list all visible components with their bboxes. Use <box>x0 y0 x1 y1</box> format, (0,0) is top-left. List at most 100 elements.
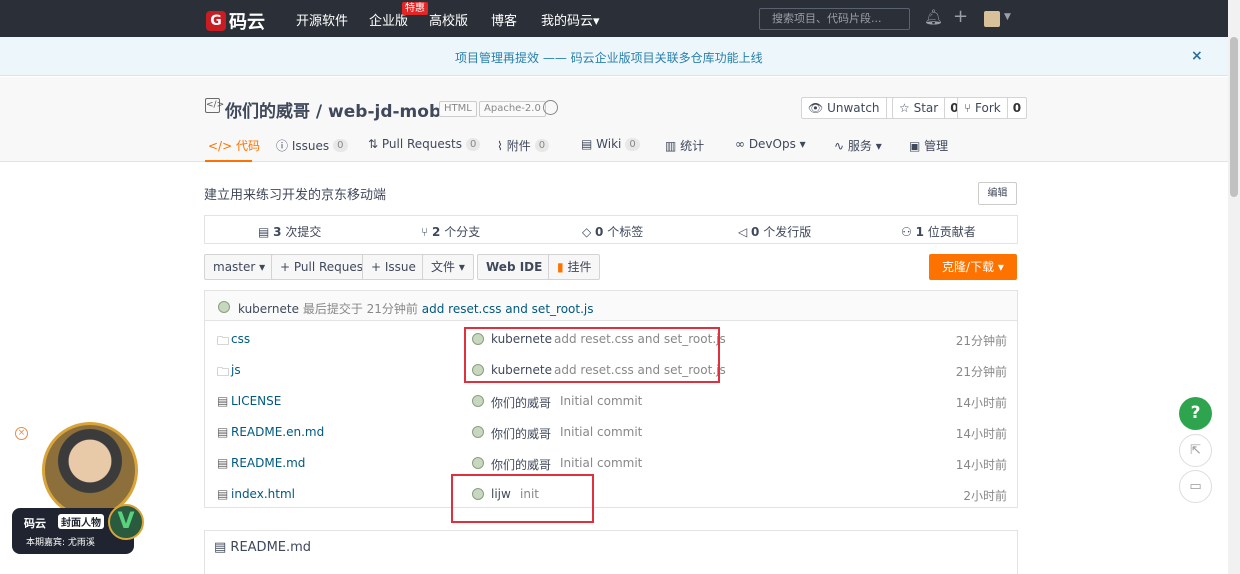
nav-education[interactable]: 高校版 <box>429 10 468 29</box>
promo-close-icon[interactable]: × <box>15 427 28 440</box>
close-icon[interactable]: × <box>1191 48 1203 64</box>
file-author[interactable]: 你们的威哥 <box>491 425 551 442</box>
license-tag[interactable]: Apache-2.0 <box>479 101 546 117</box>
star-label: Star <box>913 101 939 115</box>
repo-stats-bar: ▤ 3 次提交 ⑂ 2 个分支 ◇ 0 个标签 ◁ 0 个发行版 ⚇ 1 位贡献… <box>204 215 1018 244</box>
repo-description: 建立用来练习开发的京东移动端 <box>204 188 387 203</box>
tab-wiki[interactable]: ▤ Wiki 0 <box>581 137 640 151</box>
active-tab-indicator <box>205 160 252 162</box>
edit-button[interactable]: 编辑 <box>978 182 1017 205</box>
tag-icon: ◇ <box>582 225 596 239</box>
watch-button[interactable]: 👁︎ Unwatch 1 <box>801 97 906 119</box>
new-issue-button[interactable]: + Issue <box>362 254 425 280</box>
file-time: 14小时前 <box>955 427 1007 441</box>
new-pull-request-button[interactable]: + Pull Request <box>271 254 376 280</box>
file-author[interactable]: 你们的威哥 <box>491 456 551 473</box>
file-menu-button[interactable]: 文件 ▾ <box>422 254 474 280</box>
file-icon: ▤ <box>217 456 229 470</box>
stat-contributors[interactable]: ⚇ 1 位贡献者 <box>901 223 976 240</box>
eye-icon: 👁︎ <box>808 101 824 115</box>
highlight-box <box>451 474 594 523</box>
tab-devops[interactable]: ∞ DevOps ▾ <box>735 137 806 151</box>
file-time: 2小时前 <box>963 489 1007 503</box>
user-avatar[interactable] <box>984 11 1000 27</box>
stat-releases[interactable]: ◁ 0 个发行版 <box>738 223 811 240</box>
fork-button[interactable]: ⑂ Fork 0 <box>957 97 1028 119</box>
logo-mark-icon: G <box>206 11 226 31</box>
file-row-license[interactable]: ▤ LICENSE 你们的威哥 Initial commit 14小时前 <box>205 385 1017 416</box>
chevron-down-icon[interactable]: ▼ <box>1004 12 1011 22</box>
gitee-logo[interactable]: G 码云 <box>206 8 265 34</box>
recommend-badge-icon[interactable] <box>543 100 558 115</box>
file-row-readme-en[interactable]: ▤ README.en.md 你们的威哥 Initial commit 14小时… <box>205 416 1017 447</box>
tab-issues[interactable]: ⓘ Issues 0 <box>276 137 348 154</box>
commit-meta: 最后提交于 <box>302 302 363 316</box>
tab-stats[interactable]: ▥ 统计 <box>665 137 704 154</box>
share-icon[interactable]: ⇱ <box>1179 434 1212 467</box>
infinity-icon: ∞ <box>735 137 749 151</box>
scrollbar-thumb[interactable] <box>1230 37 1238 197</box>
commit-author-avatar[interactable] <box>218 301 230 313</box>
file-commit-message[interactable]: Initial commit <box>560 394 642 408</box>
nav-my-gitee[interactable]: 我的码云▾ <box>541 10 600 29</box>
last-commit-bar: kubernete 最后提交于 21分钟前 add reset.css and … <box>205 291 1017 321</box>
page-scrollbar[interactable] <box>1228 0 1240 574</box>
nav-opensource[interactable]: 开源软件 <box>296 10 348 29</box>
file-commit-message[interactable]: Initial commit <box>560 456 642 470</box>
readme-panel: ▤ README.md <box>204 530 1018 574</box>
vue-logo-icon: V <box>108 504 144 540</box>
branch-icon: ⑂ <box>421 225 433 239</box>
announcement-link[interactable]: 项目管理再提效 —— 码云企业版项目关联多仓库功能上线 <box>455 49 763 66</box>
star-button[interactable]: ☆ Star 0 <box>892 97 965 119</box>
commit-message-link[interactable]: add reset.css and set_root.js <box>422 302 594 316</box>
nav-blog[interactable]: 博客 <box>491 10 517 29</box>
tab-attachments[interactable]: ⌇ 附件 0 <box>497 137 550 154</box>
chart-icon: ▥ <box>665 138 681 153</box>
help-button[interactable]: ? <box>1179 397 1212 430</box>
file-name[interactable]: README.en.md <box>231 425 324 439</box>
fork-count[interactable]: 0 <box>1006 98 1026 118</box>
file-commit-message[interactable]: Initial commit <box>560 425 642 439</box>
stat-tags[interactable]: ◇ 0 个标签 <box>582 223 643 240</box>
language-tag[interactable]: HTML <box>439 101 477 117</box>
file-row-readme[interactable]: ▤ README.md 你们的威哥 Initial commit 14小时前 <box>205 447 1017 478</box>
branch-select[interactable]: master ▾ <box>204 254 275 280</box>
promo-widget[interactable]: × 码云 封面人物 本期嘉宾: 尤雨溪 V <box>10 420 150 560</box>
widget-button[interactable]: ▮ 挂件 <box>548 254 601 280</box>
clone-download-button[interactable]: 克隆/下载 ▾ <box>929 254 1017 280</box>
highlight-box <box>464 327 720 383</box>
repo-title[interactable]: 你们的威哥 / web-jd-mobile <box>225 97 464 122</box>
commit-author[interactable]: kubernete <box>238 302 299 316</box>
file-time: 21分钟前 <box>955 365 1007 379</box>
stat-branches[interactable]: ⑂ 2 个分支 <box>421 223 480 240</box>
web-ide-button[interactable]: Web IDE <box>477 254 552 280</box>
author-avatar[interactable] <box>472 426 484 438</box>
file-name[interactable]: js <box>231 363 241 377</box>
search-input[interactable]: 搜索项目、代码片段... <box>759 8 910 30</box>
file-row-index[interactable]: ▤ index.html lijw init 2小时前 <box>205 478 1017 509</box>
tab-pull-requests[interactable]: ⇅ Pull Requests 0 <box>368 137 481 151</box>
file-name[interactable]: README.md <box>231 456 305 470</box>
folder-icon: 🗀︎ <box>217 334 230 348</box>
file-time: 14小时前 <box>955 458 1007 472</box>
top-navbar: G 码云 开源软件 企业版 特惠 高校版 博客 我的码云▾ 搜索项目、代码片段.… <box>0 0 1228 37</box>
pulse-icon: ∿ <box>834 138 848 153</box>
fork-icon: ⑂ <box>964 101 972 115</box>
plus-icon[interactable]: + <box>953 6 968 27</box>
author-avatar[interactable] <box>472 457 484 469</box>
tab-services[interactable]: ∿ 服务 ▾ <box>834 137 882 154</box>
commit-time: 21分钟前 <box>366 302 418 316</box>
stat-commits[interactable]: ▤ 3 次提交 <box>258 223 321 240</box>
file-name[interactable]: index.html <box>231 487 295 501</box>
file-name[interactable]: LICENSE <box>231 394 281 408</box>
code-icon: </> <box>208 138 236 153</box>
file-icon: ▤ <box>217 394 229 408</box>
tab-code[interactable]: </> 代码 <box>208 137 260 154</box>
users-icon: ⚇ <box>901 225 916 239</box>
file-name[interactable]: css <box>231 332 250 346</box>
author-avatar[interactable] <box>472 395 484 407</box>
bell-icon[interactable]: 🔔︎ <box>924 8 943 26</box>
tab-manage[interactable]: ▣ 管理 <box>909 137 948 154</box>
comment-icon[interactable]: ▭ <box>1179 470 1212 503</box>
file-author[interactable]: 你们的威哥 <box>491 394 551 411</box>
